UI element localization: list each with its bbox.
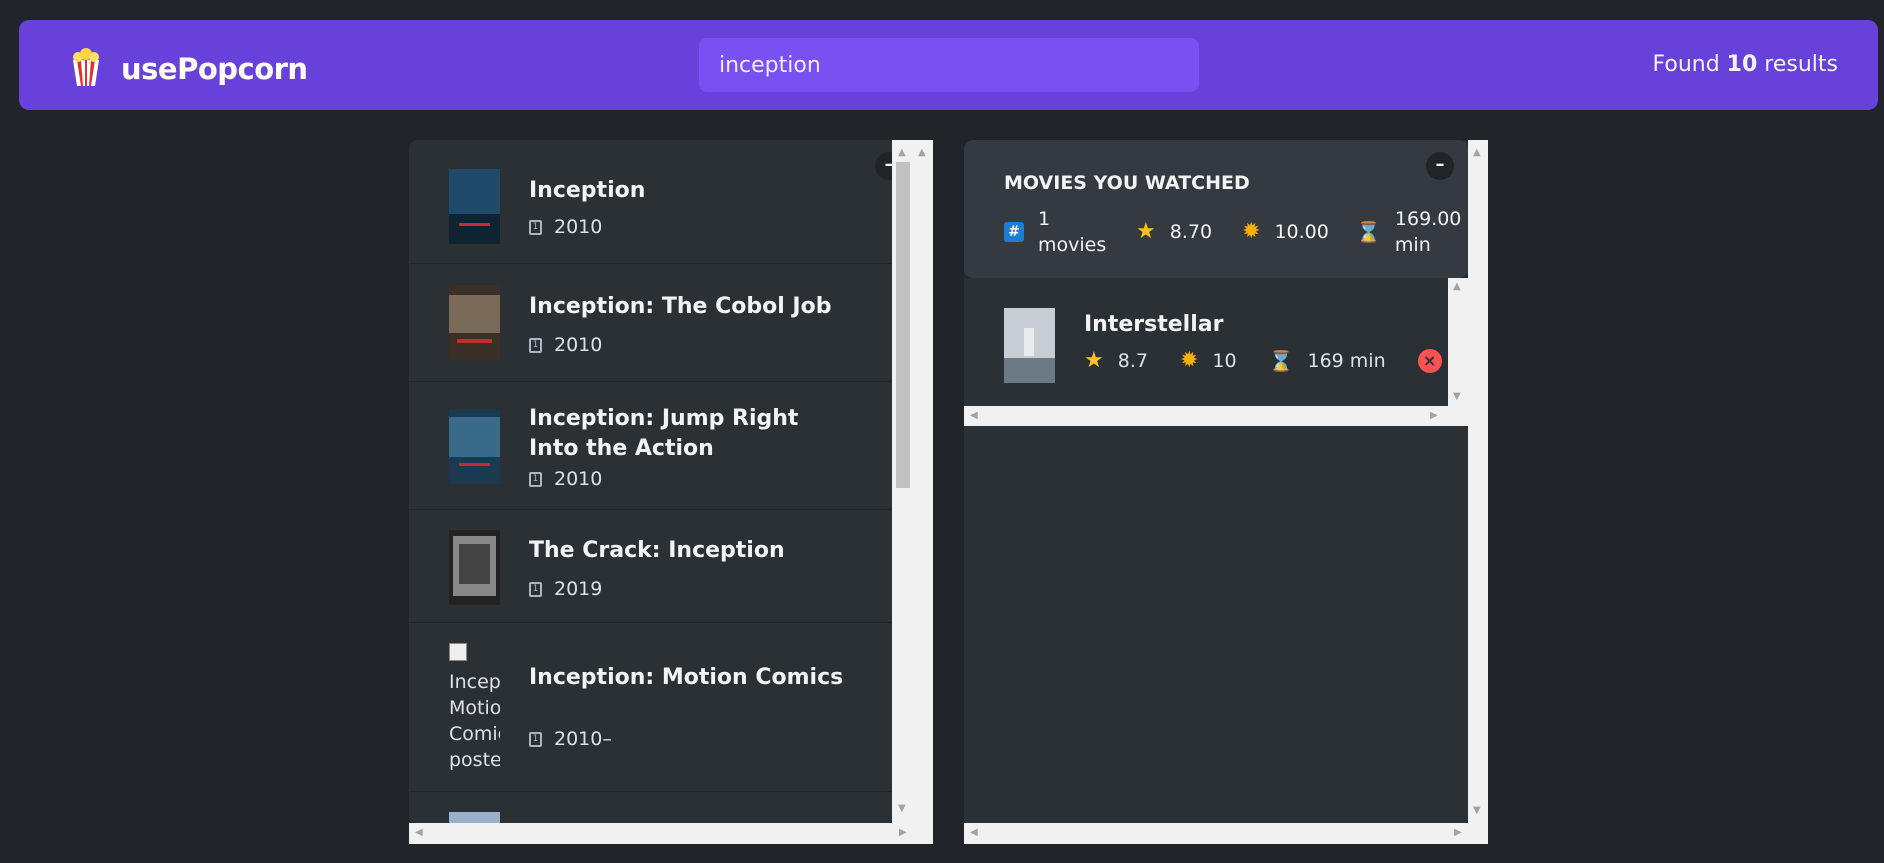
user-value: 10	[1212, 349, 1237, 372]
movie-title: Inception: Jump Right Into the Action	[529, 406, 799, 461]
list-item[interactable]	[409, 792, 892, 823]
inner-horizontal-scrollbar[interactable]: ◀ ▶	[964, 406, 1468, 426]
scroll-right-icon[interactable]: ▶	[1454, 828, 1462, 838]
imdb-value: 8.7	[1117, 349, 1148, 372]
horizontal-scrollbar[interactable]: ◀ ▶	[409, 823, 933, 844]
calendar-icon: 1	[529, 731, 542, 747]
movie-year: 1 2010	[529, 468, 602, 490]
found-prefix: Found	[1652, 52, 1720, 77]
hourglass-icon: ⌛	[1356, 220, 1381, 244]
horizontal-scrollbar[interactable]: ◀ ▶	[964, 823, 1468, 844]
vertical-scrollbar[interactable]: ▲ ▼	[1468, 140, 1488, 844]
outer-vertical-scrollbar[interactable]: ▲	[913, 140, 933, 844]
found-count: 10	[1726, 52, 1758, 77]
movie-poster	[449, 409, 500, 484]
scroll-right-icon[interactable]: ▶	[1430, 411, 1438, 421]
user-avg: 10.00	[1274, 221, 1329, 243]
scroll-down-icon[interactable]: ▼	[1453, 392, 1461, 402]
stat-runtime: ⌛ 169.00 min	[1356, 206, 1461, 258]
calendar-icon: 1	[529, 471, 542, 487]
movie-poster	[1004, 308, 1055, 383]
broken-image-icon	[449, 643, 467, 661]
results-count: Found 10 results	[1652, 52, 1838, 77]
movie-year: 1 2010	[529, 334, 602, 356]
calendar-icon: 1	[529, 219, 542, 235]
list-item[interactable]: Inception: Motion Comics poster Inceptio…	[409, 623, 892, 792]
search-input[interactable]: inception	[699, 38, 1199, 92]
count-text: 1 movies	[1038, 208, 1107, 256]
stat-count: # 1 movies	[1004, 206, 1108, 258]
calendar-icon: 1	[529, 337, 542, 353]
star-icon: ★	[1084, 348, 1104, 373]
summary-title: MOVIES YOU WATCHED	[1004, 172, 1250, 194]
movie-poster	[449, 530, 500, 605]
user-rating: ✹ 10	[1180, 348, 1237, 373]
watched-summary: MOVIES YOU WATCHED # 1 movies ★ 8.70 ✹ 1…	[964, 140, 1468, 278]
movie-title: Inception	[529, 178, 646, 203]
poster-alt-text: Inception: Motion Comics poster	[449, 671, 500, 771]
scroll-left-icon[interactable]: ◀	[970, 411, 978, 421]
runtime-avg: 169.00 min	[1394, 208, 1462, 256]
scroll-up-icon[interactable]: ▲	[918, 148, 926, 158]
movie-title: Inception: The Cobol Job	[529, 294, 832, 319]
hash-icon: #	[1004, 222, 1024, 242]
watched-item: Interstellar ★ 8.7 ✹ 10 ⌛ 169 min ×	[964, 278, 1448, 407]
scroll-up-icon[interactable]: ▲	[1453, 282, 1461, 292]
stat-user: ✹ 10.00	[1242, 219, 1329, 245]
movie-stats: ★ 8.7 ✹ 10 ⌛ 169 min ×	[1084, 348, 1442, 373]
calendar-icon: 1	[529, 581, 542, 597]
broken-poster: Inception: Motion Comics poster	[449, 643, 500, 771]
popcorn-icon	[69, 46, 103, 92]
collapse-button[interactable]: –	[1426, 152, 1454, 180]
movie-poster	[449, 169, 500, 244]
year-text: 2010	[554, 216, 603, 238]
runtime: ⌛ 169 min	[1269, 349, 1386, 373]
movie-year: 1 2010–	[529, 728, 612, 750]
movie-list: Inception 1 2010 Inception: The Cobol Jo…	[409, 140, 892, 823]
list-item[interactable]: Inception 1 2010	[409, 140, 892, 264]
imdb-rating: ★ 8.7	[1084, 348, 1148, 373]
nav-bar: usePopcorn inception Found 10 results	[19, 20, 1878, 110]
list-item[interactable]: Inception: The Cobol Job 1 2010	[409, 264, 892, 382]
glowing-star-icon: ✹	[1179, 348, 1199, 373]
year-text: 2010	[554, 334, 603, 356]
logo: usePopcorn	[69, 46, 308, 92]
scroll-left-icon[interactable]: ◀	[415, 828, 423, 838]
movie-poster	[449, 285, 500, 360]
movie-title: Inception: Motion Comics	[529, 665, 844, 690]
list-item[interactable]: The Crack: Inception 1 2019	[409, 510, 892, 623]
stat-imdb: ★ 8.70	[1136, 219, 1212, 245]
scroll-right-icon[interactable]: ▶	[899, 828, 907, 838]
list-item[interactable]: Inception: Jump Right Into the Action 1 …	[409, 382, 892, 510]
imdb-avg: 8.70	[1169, 221, 1213, 243]
watched-list: Interstellar ★ 8.7 ✹ 10 ⌛ 169 min × ▲ ▼ …	[964, 278, 1468, 426]
hourglass-icon: ⌛	[1268, 348, 1294, 373]
scroll-up-icon[interactable]: ▲	[1473, 148, 1481, 158]
search-results-box[interactable]: Inception 1 2010 Inception: The Cobol Jo…	[409, 140, 933, 844]
movie-year: 1 2019	[529, 578, 602, 600]
year-text: 2019	[554, 578, 603, 600]
star-icon: ★	[1136, 219, 1156, 244]
scroll-down-icon[interactable]: ▼	[898, 804, 906, 814]
movie-poster	[449, 812, 500, 823]
scroll-left-icon[interactable]: ◀	[970, 828, 978, 838]
year-text: 2010	[554, 468, 603, 490]
inner-vertical-scrollbar[interactable]: ▲ ▼	[1448, 278, 1468, 406]
vertical-scrollbar[interactable]: ▲ ▼	[892, 140, 913, 823]
glowing-star-icon: ✹	[1242, 219, 1261, 244]
movie-title: The Crack: Inception	[529, 538, 785, 563]
scroll-down-icon[interactable]: ▼	[1473, 806, 1481, 816]
app-title: usePopcorn	[121, 52, 308, 86]
runtime-value: 169 min	[1307, 349, 1386, 372]
found-suffix: results	[1764, 52, 1838, 77]
watched-box[interactable]: MOVIES YOU WATCHED # 1 movies ★ 8.70 ✹ 1…	[964, 140, 1488, 844]
year-text: 2010–	[554, 728, 612, 750]
scrollbar-thumb[interactable]	[896, 162, 910, 488]
delete-button[interactable]: ×	[1417, 348, 1442, 373]
movie-year: 1 2010	[529, 216, 602, 238]
scroll-up-icon[interactable]: ▲	[898, 148, 906, 158]
movie-title: Interstellar	[1084, 312, 1224, 337]
